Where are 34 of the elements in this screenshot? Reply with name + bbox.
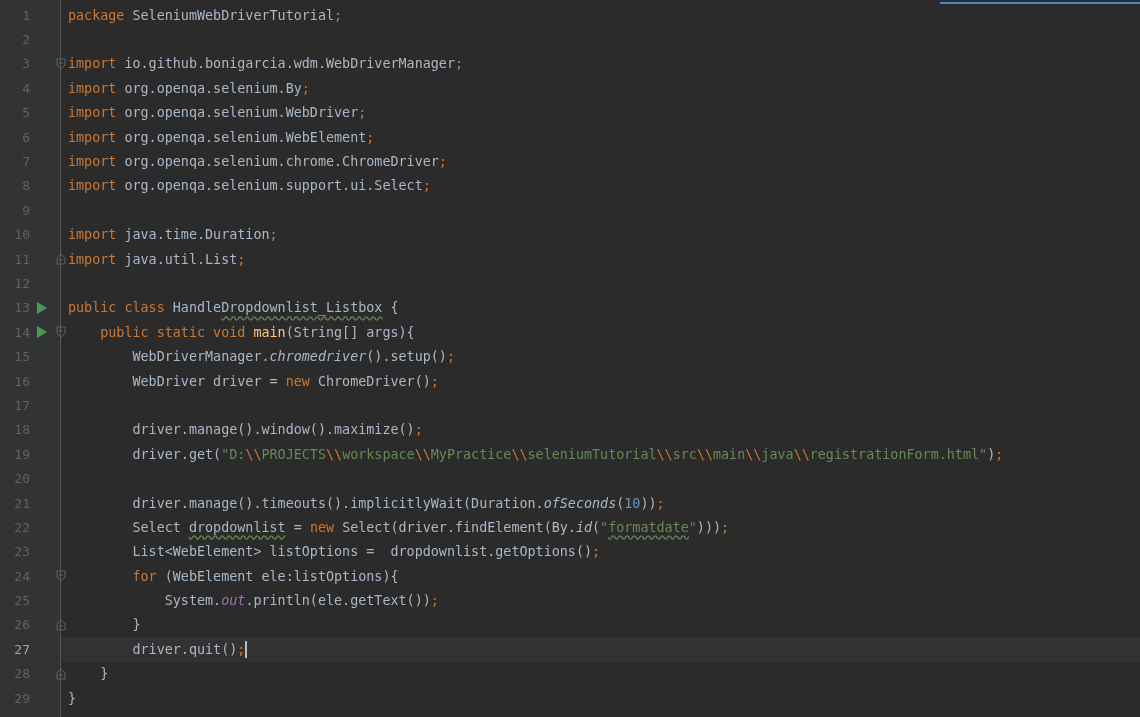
- fold-icon[interactable]: [56, 57, 66, 70]
- code-line: }: [99, 666, 110, 682]
- code-line: import org.openqa.selenium.chrome.ChromeDriver;: [68, 154, 448, 170]
- code-line: public static void main(String[] args){: [99, 324, 416, 340]
- code-line: for (WebElement ele:listOptions){: [131, 568, 400, 584]
- code-line: import org.openqa.selenium.WebDriver;: [68, 105, 368, 121]
- code-line: import org.openqa.selenium.WebElement;: [68, 129, 376, 145]
- fold-icon[interactable]: [56, 618, 66, 631]
- code-line: driver.manage().timeouts().implicitlyWait(Duration.ofSeconds(10));: [131, 495, 666, 511]
- fold-icon[interactable]: [56, 570, 66, 583]
- code-line: import org.openqa.selenium.support.ui.Select;: [68, 178, 432, 194]
- run-icon[interactable]: [37, 301, 47, 314]
- fold-icon[interactable]: [56, 667, 66, 680]
- code-line: import org.openqa.selenium.By;: [68, 80, 311, 96]
- text-cursor: [245, 640, 248, 658]
- code-line: }: [131, 617, 142, 633]
- code-line: package SeleniumWebDriverTutorial;: [68, 7, 344, 23]
- code-line: import java.util.List;: [68, 251, 247, 267]
- code-line: WebDriver driver = new ChromeDriver();: [131, 373, 440, 389]
- code-line: Select dropdownlist = new Select(driver.findElement(By.id("formatdate")));: [131, 519, 731, 535]
- line-number: 27: [13, 641, 30, 657]
- code-line: driver.quit();: [131, 640, 249, 658]
- code-line: driver.get("D:\\PROJECTS\\workspace\\MyPractice\\seleniumTutorial\\src\\main\\java\\registrationForm.html");: [131, 446, 1005, 462]
- code-line: WebDriverManager.chromedriver().setup();: [131, 349, 456, 365]
- code-line: import java.time.Duration;: [68, 227, 279, 243]
- code-line: System.out.println(ele.getText());: [163, 593, 440, 609]
- code-line: }: [68, 690, 78, 706]
- fold-icon[interactable]: [56, 326, 66, 339]
- code-line: driver.manage().window().maximize();: [131, 422, 424, 438]
- code-line: public class HandleDropdownlist_Listbox {: [68, 300, 400, 316]
- run-icon[interactable]: [37, 326, 47, 339]
- code-line: List<WebElement> listOptions = dropdownlist.getOptions();: [131, 544, 602, 560]
- fold-icon[interactable]: [56, 253, 66, 266]
- code-line: import io.github.bonigarcia.wdm.WebDriverManager;: [68, 56, 465, 72]
